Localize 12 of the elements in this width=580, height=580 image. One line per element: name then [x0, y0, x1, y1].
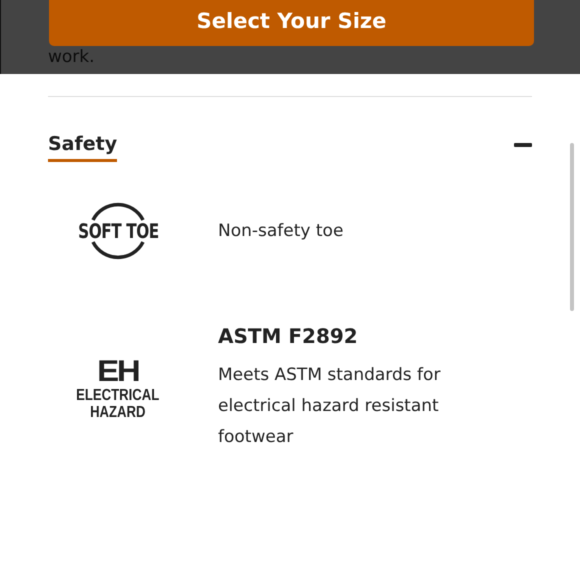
feature-description: Meets ASTM standards for electrical hazard resistant footwear [218, 364, 442, 449]
select-size-button[interactable]: Select Your Size [49, 0, 534, 46]
feature-description: Non-safety toe [218, 220, 344, 242]
feature-heading: ASTM F2892 [218, 324, 359, 348]
section-tab[interactable]: Safety [48, 133, 118, 162]
scrollbar[interactable] [570, 143, 574, 311]
collapse-icon[interactable] [514, 143, 532, 147]
soft-toe-label: SOFT TOE [78, 219, 158, 243]
electrical-hazard-label: ELECTRICAL [76, 388, 160, 404]
eh-label: EH [97, 356, 139, 386]
electrical-hazard-label: HAZARD [90, 404, 146, 420]
body-text: work. [48, 46, 95, 68]
